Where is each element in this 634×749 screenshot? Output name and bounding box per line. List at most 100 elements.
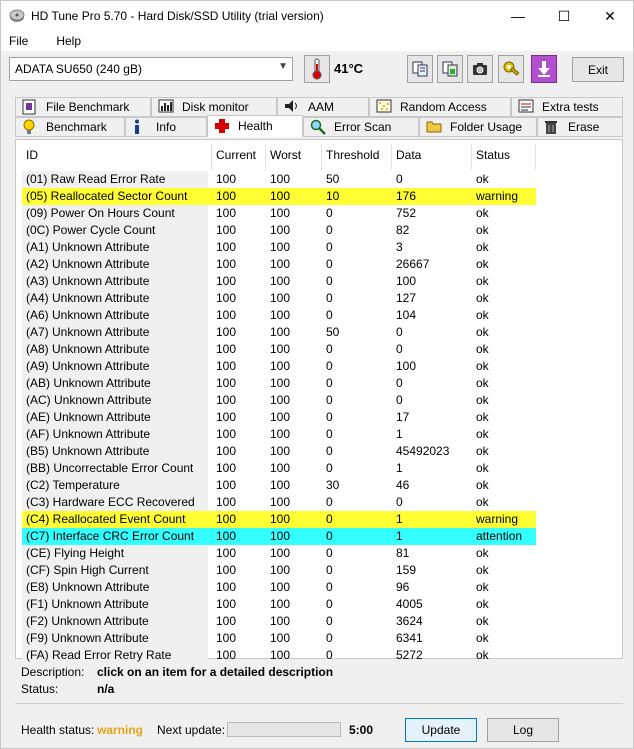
cell-status: ok bbox=[476, 325, 489, 339]
cell-id: (B5) Unknown Attribute bbox=[26, 444, 150, 458]
close-button[interactable]: ✕ bbox=[587, 1, 633, 31]
table-row[interactable]: (AC) Unknown Attribute 100 100 0 0 ok bbox=[22, 392, 622, 409]
screenshot-button[interactable] bbox=[467, 55, 493, 83]
cell-id: (C4) Reallocated Event Count bbox=[26, 512, 186, 526]
next-update-time: 5:00 bbox=[349, 723, 374, 737]
tab-aam[interactable]: AAM bbox=[277, 97, 369, 117]
table-row[interactable]: (09) Power On Hours Count 100 100 0 752 ok bbox=[22, 205, 622, 222]
table-row[interactable]: (01) Raw Read Error Rate 100 100 50 0 ok bbox=[22, 171, 622, 188]
table-row[interactable]: (CF) Spin High Current 100 100 0 159 ok bbox=[22, 562, 622, 579]
table-row[interactable]: (E8) Unknown Attribute 100 100 0 96 ok bbox=[22, 579, 622, 596]
tab-info[interactable]: Info bbox=[125, 117, 207, 137]
cell-worst: 100 bbox=[270, 580, 291, 594]
table-row[interactable]: (A9) Unknown Attribute 100 100 0 100 ok bbox=[22, 358, 622, 375]
minimize-button[interactable]: — bbox=[495, 1, 541, 31]
cell-status: ok bbox=[476, 342, 489, 356]
drive-select[interactable]: ADATA SU650 (240 gB) ▼ bbox=[9, 57, 293, 81]
tab-benchmark[interactable]: Benchmark bbox=[15, 117, 125, 137]
status-text: n/a bbox=[97, 682, 115, 696]
table-row[interactable]: (AE) Unknown Attribute 100 100 0 17 ok bbox=[22, 409, 622, 426]
table-row[interactable]: (FA) Read Error Retry Rate 100 100 0 5272 ok bbox=[22, 647, 622, 664]
table-row[interactable]: (CE) Flying Height 100 100 0 81 ok bbox=[22, 545, 622, 562]
cell-current: 100 bbox=[216, 342, 237, 356]
maximize-button[interactable]: ☐ bbox=[541, 1, 587, 31]
table-row[interactable]: (F9) Unknown Attribute 100 100 0 6341 ok bbox=[22, 630, 622, 647]
table-row[interactable]: (C3) Hardware ECC Recovered 100 100 0 0 ok bbox=[22, 494, 622, 511]
tab-label: Benchmark bbox=[46, 120, 107, 134]
tab-error-scan[interactable]: Error Scan bbox=[303, 117, 419, 137]
cell-status: ok bbox=[476, 495, 489, 509]
health-cross-icon bbox=[214, 118, 230, 134]
save-button[interactable] bbox=[531, 55, 557, 83]
cell-threshold: 0 bbox=[326, 495, 333, 509]
title-bar: HD Tune Pro 5.70 - Hard Disk/SSD Utility… bbox=[1, 1, 633, 31]
column-header-id[interactable]: ID bbox=[22, 144, 212, 170]
cell-id: (C2) Temperature bbox=[26, 478, 120, 492]
table-row[interactable]: (A3) Unknown Attribute 100 100 0 100 ok bbox=[22, 273, 622, 290]
log-button[interactable]: Log bbox=[487, 718, 559, 742]
cell-data: 0 bbox=[396, 172, 403, 186]
cell-current: 100 bbox=[216, 444, 237, 458]
cell-threshold: 0 bbox=[326, 631, 333, 645]
table-row[interactable]: (C7) Interface CRC Error Count 100 100 0 1 at… bbox=[22, 528, 622, 545]
thermometer-button[interactable] bbox=[304, 55, 330, 83]
tab-file-benchmark[interactable]: File Benchmark bbox=[15, 97, 151, 117]
cell-current: 100 bbox=[216, 240, 237, 254]
table-row[interactable]: (A2) Unknown Attribute 100 100 0 26667 ok bbox=[22, 256, 622, 273]
cell-id: (FA) Read Error Retry Rate bbox=[26, 648, 172, 662]
cell-threshold: 50 bbox=[326, 172, 340, 186]
table-row[interactable]: (A7) Unknown Attribute 100 100 50 0 ok bbox=[22, 324, 622, 341]
cell-data: 104 bbox=[396, 308, 417, 322]
column-header-threshold[interactable]: Threshold bbox=[322, 144, 392, 170]
table-row[interactable]: (B5) Unknown Attribute 100 100 0 45492023 ok bbox=[22, 443, 622, 460]
table-row[interactable]: (F2) Unknown Attribute 100 100 0 3624 ok bbox=[22, 613, 622, 630]
copy-screenshot-button[interactable] bbox=[437, 55, 463, 83]
update-button[interactable]: Update bbox=[405, 718, 477, 742]
cell-worst: 100 bbox=[270, 529, 291, 543]
tab-label: Disk monitor bbox=[182, 100, 249, 114]
drive-select-value: ADATA SU650 (240 gB) bbox=[15, 62, 142, 76]
table-row[interactable]: (A6) Unknown Attribute 100 100 0 104 ok bbox=[22, 307, 622, 324]
tab-folder-usage[interactable]: Folder Usage bbox=[419, 117, 537, 137]
cell-threshold: 0 bbox=[326, 597, 333, 611]
tab-health[interactable]: Health bbox=[207, 115, 303, 137]
table-row[interactable]: (C2) Temperature 100 100 30 46 ok bbox=[22, 477, 622, 494]
options-button[interactable] bbox=[498, 55, 524, 83]
column-header-current[interactable]: Current bbox=[212, 144, 266, 170]
column-header-worst[interactable]: Worst bbox=[266, 144, 322, 170]
table-row[interactable]: (AB) Unknown Attribute 100 100 0 0 ok bbox=[22, 375, 622, 392]
settings-tools-icon bbox=[503, 61, 520, 76]
cell-current: 100 bbox=[216, 393, 237, 407]
file-benchmark-icon bbox=[22, 99, 38, 115]
table-row[interactable]: (A4) Unknown Attribute 100 100 0 127 ok bbox=[22, 290, 622, 307]
tab-disk-monitor[interactable]: Disk monitor bbox=[151, 97, 277, 117]
cell-data: 3624 bbox=[396, 614, 423, 628]
tab-random-access[interactable]: Random Access bbox=[369, 97, 511, 117]
cell-worst: 100 bbox=[270, 274, 291, 288]
table-row[interactable]: (BB) Uncorrectable Error Count 100 100 0 1 ok bbox=[22, 460, 622, 477]
table-row[interactable]: (05) Reallocated Sector Count 100 100 10 176… bbox=[22, 188, 622, 205]
table-row[interactable]: (F1) Unknown Attribute 100 100 0 4005 ok bbox=[22, 596, 622, 613]
cell-id: (A4) Unknown Attribute bbox=[26, 291, 150, 305]
table-row[interactable]: (C4) Reallocated Event Count 100 100 0 1 warn… bbox=[22, 511, 622, 528]
table-row[interactable]: (A1) Unknown Attribute 100 100 0 3 ok bbox=[22, 239, 622, 256]
table-row[interactable]: (0C) Power Cycle Count 100 100 0 82 ok bbox=[22, 222, 622, 239]
column-header-status[interactable]: Status bbox=[472, 144, 536, 170]
cell-id: (C7) Interface CRC Error Count bbox=[26, 529, 195, 543]
column-header-data[interactable]: Data bbox=[392, 144, 472, 170]
cell-current: 100 bbox=[216, 274, 237, 288]
table-row[interactable]: (A8) Unknown Attribute 100 100 0 0 ok bbox=[22, 341, 622, 358]
cell-worst: 100 bbox=[270, 325, 291, 339]
menu-help[interactable]: Help bbox=[48, 34, 89, 48]
copy-text-button[interactable] bbox=[407, 55, 433, 83]
tab-erase[interactable]: Erase bbox=[537, 117, 623, 137]
cell-worst: 100 bbox=[270, 478, 291, 492]
exit-button[interactable]: Exit bbox=[572, 57, 624, 82]
tab-extra-tests[interactable]: Extra tests bbox=[511, 97, 623, 117]
menu-file[interactable]: File bbox=[1, 34, 36, 48]
cell-status: ok bbox=[476, 223, 489, 237]
cell-data: 0 bbox=[396, 495, 403, 509]
cell-threshold: 0 bbox=[326, 529, 333, 543]
table-row[interactable]: (AF) Unknown Attribute 100 100 0 1 ok bbox=[22, 426, 622, 443]
smart-table[interactable]: ID Current Worst Threshold Data Status (… bbox=[22, 144, 622, 664]
